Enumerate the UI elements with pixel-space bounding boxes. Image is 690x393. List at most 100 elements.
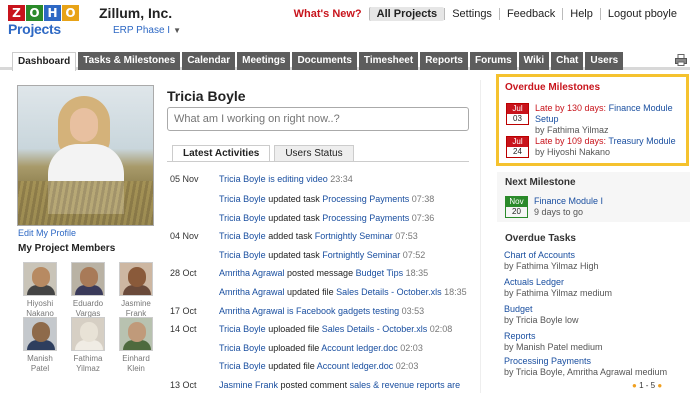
activity-object[interactable]: Sales Details - October.xls xyxy=(336,287,442,297)
pager: ● 1 - 5 ● xyxy=(632,381,662,390)
task-link[interactable]: Budget xyxy=(504,304,533,314)
member-card[interactable]: Hiyoshi Nakano xyxy=(18,262,62,319)
activity-user[interactable]: Tricia Boyle xyxy=(219,343,266,353)
activity-user[interactable]: Amritha Agrawal xyxy=(219,287,285,297)
whats-new-link[interactable]: What's New? xyxy=(287,8,369,20)
activity-user[interactable]: Jasmine Frank xyxy=(219,380,278,390)
member-first-name: Hiyoshi xyxy=(26,299,54,308)
member-card[interactable]: Fathima Yilmaz xyxy=(66,317,110,374)
status-input[interactable] xyxy=(167,107,469,131)
activity-object[interactable]: Processing Payments xyxy=(322,213,409,223)
milestone-day: 24 xyxy=(513,147,522,156)
activity-user[interactable]: Tricia Boyle xyxy=(219,324,266,334)
print-icon[interactable] xyxy=(675,54,687,66)
tab-forums[interactable]: Forums xyxy=(470,52,517,70)
activity-user[interactable]: Amritha Agrawal xyxy=(219,306,285,316)
tab-tasks-milestones[interactable]: Tasks & Milestones xyxy=(78,52,181,70)
logout-link[interactable]: Logout pboyle xyxy=(599,8,684,20)
activity-user[interactable]: Tricia Boyle xyxy=(219,194,266,204)
member-last-name: Klein xyxy=(127,364,145,373)
member-first-name: Manish xyxy=(27,354,53,363)
user-name: Tricia Boyle xyxy=(167,88,246,104)
next-page-icon[interactable]: ● xyxy=(657,381,662,390)
task-link[interactable]: Actuals Ledger xyxy=(504,277,564,287)
tab-timesheet[interactable]: Timesheet xyxy=(358,52,419,70)
milestone-link[interactable]: Treasury Module xyxy=(608,136,675,146)
tab-users[interactable]: Users xyxy=(585,52,624,70)
activity-user[interactable]: Tricia Boyle xyxy=(219,250,266,260)
avatar[interactable] xyxy=(23,262,57,296)
tab-dashboard[interactable]: Dashboard xyxy=(12,52,77,71)
list-item: Budget by Tricia Boyle low xyxy=(504,304,579,326)
tab-calendar[interactable]: Calendar xyxy=(182,52,236,70)
tab-wiki[interactable]: Wiki xyxy=(518,52,550,70)
late-by: Late by 130 days: xyxy=(535,103,607,113)
milestone-link[interactable]: Finance Module I xyxy=(534,196,603,206)
milestone-owner: by Fathima Yilmaz xyxy=(535,125,609,135)
activity-user[interactable]: Tricia Boyle xyxy=(219,213,266,223)
activity-action: posted comment xyxy=(278,380,350,390)
activity-time: 18:35 xyxy=(441,287,467,297)
member-card[interactable]: Einhard Klein xyxy=(114,317,158,374)
activity-time: 02:03 xyxy=(397,343,423,353)
overdue-milestones-heading: Overdue Milestones xyxy=(505,82,601,93)
task-owner: by Tricia Boyle low xyxy=(504,315,579,325)
task-link[interactable]: Processing Payments xyxy=(504,356,591,366)
activity-time: 07:36 xyxy=(409,213,435,223)
activity-object[interactable]: Account ledger.doc xyxy=(317,361,394,371)
activity-user[interactable]: Tricia Boyle xyxy=(219,231,266,241)
activity-object[interactable]: Budget Tips xyxy=(356,268,404,278)
activity-action[interactable]: is editing video xyxy=(266,174,331,184)
activity-user[interactable]: Amritha Agrawal xyxy=(219,268,285,278)
activity-object[interactable]: Processing Payments xyxy=(322,194,409,204)
activity-action[interactable]: is Facebook gadgets testing xyxy=(285,306,402,316)
zoho-projects-logo[interactable]: Z O H O Projects xyxy=(8,5,84,41)
activity-time: 03:53 xyxy=(401,306,425,316)
late-by: Late by 109 days: xyxy=(535,136,607,146)
avatar[interactable] xyxy=(71,262,105,296)
activity-time: 07:38 xyxy=(409,194,435,204)
activity-date: 14 Oct xyxy=(170,324,197,334)
activity-tabs: Latest Activities Users Status xyxy=(172,145,354,162)
task-link[interactable]: Chart of Accounts xyxy=(504,250,575,260)
tab-meetings[interactable]: Meetings xyxy=(237,52,291,70)
prev-page-icon[interactable]: ● xyxy=(632,381,637,390)
activity-time: 02:03 xyxy=(393,361,419,371)
list-item: Chart of Accounts by Fathima Yilmaz High xyxy=(504,250,599,272)
project-name[interactable]: ERP Phase I xyxy=(113,25,170,36)
logo-letter: O xyxy=(62,5,79,21)
all-projects-link[interactable]: All Projects xyxy=(368,7,445,21)
activity-user[interactable]: Tricia Boyle xyxy=(219,174,266,184)
activity-user[interactable]: Tricia Boyle xyxy=(219,361,266,371)
activity-object[interactable]: Account ledger.doc xyxy=(321,343,398,353)
activity-object[interactable]: Fortnightly Seminar xyxy=(322,250,400,260)
avatar[interactable] xyxy=(119,317,153,351)
tab-chat[interactable]: Chat xyxy=(551,52,584,70)
tab-documents[interactable]: Documents xyxy=(292,52,357,70)
tab-latest-activities[interactable]: Latest Activities xyxy=(172,145,271,162)
settings-link[interactable]: Settings xyxy=(444,8,499,20)
member-card[interactable]: Manish Patel xyxy=(18,317,62,374)
avatar[interactable] xyxy=(71,317,105,351)
tab-users-status[interactable]: Users Status xyxy=(274,145,354,162)
activity-object[interactable]: Fortnightly Seminar xyxy=(315,231,393,241)
page-range: 1 - 5 xyxy=(639,381,656,390)
main-tab-bar: Dashboard Tasks & Milestones Calendar Me… xyxy=(0,52,690,71)
avatar[interactable] xyxy=(119,262,153,296)
chevron-down-icon[interactable]: ▼ xyxy=(173,26,181,35)
calendar-icon: Nov 20 xyxy=(505,196,528,218)
project-selector[interactable]: ERP Phase I ▼ xyxy=(113,25,181,36)
tab-reports[interactable]: Reports xyxy=(420,52,468,70)
activity-object[interactable]: Sales Details - October.xls xyxy=(322,324,428,334)
company-name: Zillum, Inc. xyxy=(99,5,173,21)
member-card[interactable]: Jasmine Frank xyxy=(114,262,158,319)
milestone-month: Jul xyxy=(507,137,528,147)
activity-date: 13 Oct xyxy=(170,380,197,390)
help-link[interactable]: Help xyxy=(562,8,600,20)
member-card[interactable]: Eduardo Vargas xyxy=(66,262,110,319)
activity-object[interactable]: sales & revenue reports are xyxy=(350,380,461,390)
task-link[interactable]: Reports xyxy=(504,331,536,341)
avatar[interactable] xyxy=(23,317,57,351)
feedback-link[interactable]: Feedback xyxy=(498,8,562,20)
edit-profile-link[interactable]: Edit My Profile xyxy=(18,228,76,238)
